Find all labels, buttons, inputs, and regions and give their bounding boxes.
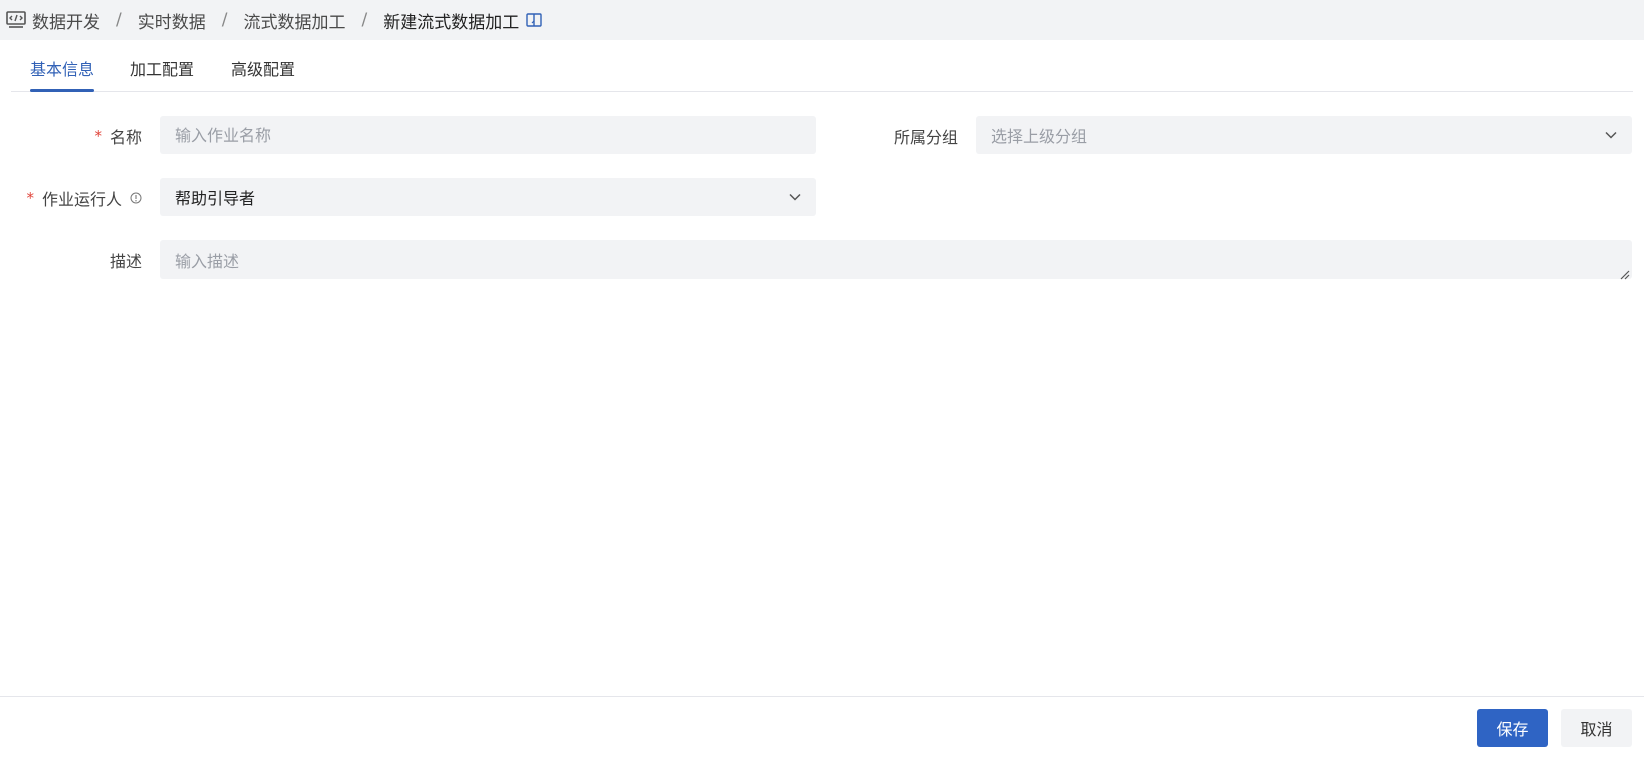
breadcrumb-separator: / xyxy=(221,10,228,30)
resize-handle-icon[interactable] xyxy=(1618,265,1630,280)
group-select[interactable]: 选择上级分组 xyxy=(976,116,1632,154)
breadcrumb-item-data-dev[interactable]: 数据开发 xyxy=(32,8,100,33)
name-input[interactable] xyxy=(175,116,816,154)
breadcrumb-separator: / xyxy=(361,10,368,30)
tab-bar: 基本信息 加工配置 高级配置 xyxy=(11,40,1633,92)
description-textarea[interactable] xyxy=(175,240,1632,279)
description-label: 描述 xyxy=(40,241,142,279)
description-label-text: 描述 xyxy=(109,252,142,271)
footer-divider xyxy=(0,696,1644,697)
code-monitor-icon xyxy=(6,11,26,29)
tab-advanced-config[interactable]: 高级配置 xyxy=(231,56,295,92)
cancel-button[interactable]: 取消 xyxy=(1561,709,1632,747)
breadcrumb-separator: / xyxy=(116,10,122,30)
breadcrumb-current: 新建流式数据加工 xyxy=(383,12,520,33)
breadcrumb: 数据开发 / 实时数据 / 流式数据加工 / 新建流式数据加工 xyxy=(0,0,1644,40)
tab-basic-info[interactable]: 基本信息 xyxy=(30,56,95,92)
name-field[interactable] xyxy=(160,116,816,154)
runner-label-text: 作业运行人 xyxy=(41,190,122,209)
name-label: * 名称 xyxy=(40,117,142,155)
description-field[interactable] xyxy=(160,240,1632,280)
breadcrumb-item-stream-processing[interactable]: 流式数据加工 xyxy=(243,8,345,33)
group-label-text: 所属分组 xyxy=(893,128,958,147)
chevron-down-icon xyxy=(788,190,802,204)
chevron-down-icon xyxy=(1604,128,1618,142)
runner-select-value: 帮助引导者 xyxy=(175,189,256,208)
runner-select[interactable]: 帮助引导者 xyxy=(160,178,816,216)
book-icon[interactable] xyxy=(525,11,543,29)
group-select-placeholder: 选择上级分组 xyxy=(991,127,1088,146)
info-circle-icon[interactable] xyxy=(130,192,142,204)
save-button[interactable]: 保存 xyxy=(1477,709,1548,747)
name-label-text: 名称 xyxy=(109,128,142,147)
breadcrumb-item-realtime[interactable]: 实时数据 xyxy=(138,8,206,33)
required-mark: * xyxy=(94,127,102,145)
required-mark: * xyxy=(26,189,34,207)
group-label: 所属分组 xyxy=(850,117,958,155)
tab-processing-config[interactable]: 加工配置 xyxy=(130,56,194,92)
runner-label: * 作业运行人 xyxy=(14,179,142,217)
